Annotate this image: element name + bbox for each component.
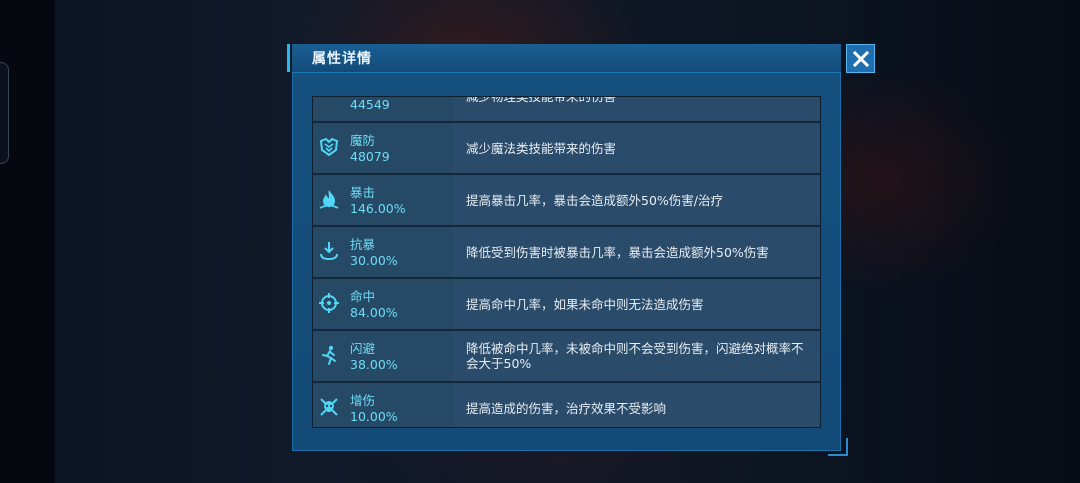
attribute-row-crit: 暴击 146.00% 提高暴击几率，暴击会造成额外50%伤害/治疗	[313, 175, 820, 227]
side-handle[interactable]	[0, 62, 9, 164]
title-accent-bar	[287, 44, 290, 72]
attribute-value: 44549	[350, 97, 390, 112]
attribute-description: 提高暴击几率，暴击会造成额外50%伤害/治疗	[466, 192, 723, 208]
attribute-description: 提高造成的伤害，治疗效果不受影响	[466, 400, 667, 416]
dialog-title-bar: 属性详情	[287, 44, 841, 73]
attribute-row-damage-boost: 增伤 10.00% 提高造成的伤害，治疗效果不受影响	[313, 383, 820, 427]
attribute-value: 48079	[350, 149, 390, 164]
attribute-description: 提高命中几率，如果未命中则无法造成伤害	[466, 296, 704, 312]
anti-crit-icon	[320, 242, 338, 261]
attribute-value: 146.00%	[350, 201, 406, 216]
attribute-value: 30.00%	[350, 253, 398, 268]
attribute-description: 减少魔法类技能带来的伤害	[466, 140, 617, 156]
attribute-name: 增伤	[350, 393, 376, 408]
crosshair-icon	[319, 293, 339, 313]
attribute-row-dodge: 闪避 38.00% 降低被命中几率，未被命中则不会受到伤害，闪避绝对概率不会大于…	[313, 331, 820, 383]
dialog-title: 属性详情	[312, 51, 372, 67]
corner-decoration	[828, 438, 848, 456]
attribute-table[interactable]: 44549 减少物理类技能带来的伤害 魔防 48079 减少魔法类技能带来的伤害	[312, 96, 821, 428]
magic-defense-icon	[319, 137, 339, 157]
running-dodge-icon	[322, 345, 336, 365]
attribute-description: 降低受到伤害时被暴击几率，暴击会造成额外50%伤害	[466, 244, 769, 260]
attribute-value: 10.00%	[350, 409, 398, 424]
attribute-name: 命中	[350, 289, 376, 304]
attribute-value: 38.00%	[350, 357, 398, 372]
skull-damage-icon	[320, 398, 338, 416]
attribute-row-magic-defense: 魔防 48079 减少魔法类技能带来的伤害	[313, 123, 820, 175]
attribute-description: 降低被命中几率，未被命中则不会受到伤害，闪避绝对概率不会大于50%	[466, 341, 804, 371]
flame-crit-icon	[319, 190, 339, 209]
attribute-name: 抗暴	[350, 237, 376, 252]
attribute-row-hit: 命中 84.00% 提高命中几率，如果未命中则无法造成伤害	[313, 279, 820, 331]
close-button[interactable]	[846, 44, 875, 73]
attribute-value: 84.00%	[350, 305, 398, 320]
attribute-row-anti-crit: 抗暴 30.00% 降低受到伤害时被暴击几率，暴击会造成额外50%伤害	[313, 227, 820, 279]
attribute-row-physical-defense: 44549 减少物理类技能带来的伤害	[313, 96, 820, 123]
attribute-name: 魔防	[350, 133, 376, 148]
attribute-name: 闪避	[350, 341, 376, 356]
close-icon	[852, 50, 869, 67]
attribute-name: 暴击	[350, 185, 376, 200]
attribute-description: 减少物理类技能带来的伤害	[466, 96, 617, 104]
attribute-rows: 44549 减少物理类技能带来的伤害 魔防 48079 减少魔法类技能带来的伤害	[313, 96, 820, 427]
